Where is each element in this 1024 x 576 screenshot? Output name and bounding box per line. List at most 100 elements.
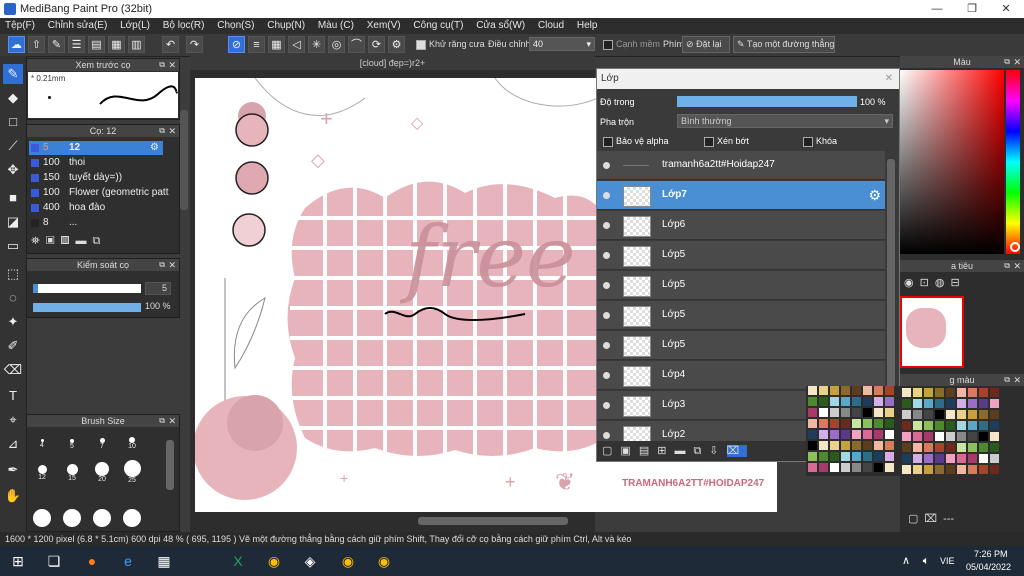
- pin-icon[interactable]: ⧉: [1004, 56, 1010, 68]
- page-icon[interactable]: ▤: [88, 36, 105, 53]
- lock-checkbox[interactable]: Khóa: [803, 136, 837, 147]
- color-swatch[interactable]: [990, 421, 999, 430]
- blend-dropdown[interactable]: Bình thường ▾: [677, 114, 893, 128]
- brush-size-option[interactable]: 5: [59, 431, 85, 455]
- chrome-icon[interactable]: ◉: [264, 551, 284, 571]
- vanishing-snap-icon[interactable]: ◁: [288, 36, 305, 53]
- color-swatch[interactable]: [913, 454, 922, 463]
- color-swatch[interactable]: [935, 443, 944, 452]
- color-swatch[interactable]: [924, 432, 933, 441]
- excel-icon[interactable]: X: [228, 551, 248, 571]
- color-swatch[interactable]: [863, 386, 872, 395]
- color-swatch[interactable]: [902, 421, 911, 430]
- zoom-out-icon[interactable]: ◉: [904, 277, 920, 289]
- menu-filter[interactable]: Bộ lọc(R): [158, 18, 210, 34]
- color-swatch[interactable]: [885, 419, 894, 428]
- grid-icon[interactable]: ▦: [108, 36, 125, 53]
- pin-icon[interactable]: ⧉: [1004, 260, 1010, 272]
- fit-icon[interactable]: ⊡: [920, 277, 935, 289]
- document-tab[interactable]: [cloud] đẹp=)r2+: [190, 56, 595, 70]
- color-swatch[interactable]: [863, 419, 872, 428]
- lasso-tool-icon[interactable]: ◌: [3, 288, 23, 308]
- color-swatch[interactable]: [830, 441, 839, 450]
- eye-icon[interactable]: [603, 192, 610, 199]
- color-swatch[interactable]: [924, 465, 933, 474]
- color-swatch[interactable]: [957, 443, 966, 452]
- color-swatch[interactable]: [885, 408, 894, 417]
- straight-line-button[interactable]: ✎ Tạo một đường thẳng: [733, 36, 835, 53]
- eye-icon[interactable]: [603, 342, 610, 349]
- color-swatch[interactable]: [902, 465, 911, 474]
- color-swatch[interactable]: [885, 386, 894, 395]
- color-swatch[interactable]: [808, 408, 817, 417]
- color-swatch[interactable]: [990, 388, 999, 397]
- color-swatch[interactable]: [968, 454, 977, 463]
- menu-capture[interactable]: Chụp(N): [262, 18, 310, 34]
- color-swatch[interactable]: [808, 386, 817, 395]
- color-swatch[interactable]: [913, 399, 922, 408]
- minimize-button[interactable]: —: [920, 0, 954, 18]
- eye-icon[interactable]: [603, 432, 610, 439]
- line-tool-icon[interactable]: ⟋: [3, 136, 23, 156]
- add-color-icon[interactable]: ▢: [908, 513, 924, 525]
- color-swatch[interactable]: [935, 410, 944, 419]
- menu-view[interactable]: Xem(V): [362, 18, 406, 34]
- eye-icon[interactable]: [603, 312, 610, 319]
- menu-edit[interactable]: Chỉnh sửa(E): [43, 18, 113, 34]
- color-swatch[interactable]: [841, 452, 850, 461]
- color-swatch[interactable]: [946, 454, 955, 463]
- color-swatch[interactable]: [913, 432, 922, 441]
- opacity-slider[interactable]: [33, 303, 141, 312]
- radial-snap-icon[interactable]: ✳: [308, 36, 325, 53]
- add-brush-icon[interactable]: ⛯: [31, 235, 46, 247]
- brush-size-option[interactable]: [89, 509, 115, 533]
- menu-tools[interactable]: Công cụ(T): [408, 18, 468, 34]
- hand-tool-icon[interactable]: ✋: [3, 486, 23, 506]
- color-swatch[interactable]: [957, 465, 966, 474]
- color-swatch[interactable]: [819, 441, 828, 450]
- brush-size-scrollbar[interactable]: [166, 440, 174, 490]
- adjust-dropdown[interactable]: 40 ▾: [529, 37, 595, 51]
- dropper-tool-icon[interactable]: ⊿: [3, 434, 23, 454]
- color-swatch[interactable]: [830, 386, 839, 395]
- color-swatch[interactable]: [852, 452, 861, 461]
- bucket-tool-icon[interactable]: ◪: [3, 212, 23, 232]
- color-swatch[interactable]: [990, 454, 999, 463]
- color-swatch[interactable]: [968, 432, 977, 441]
- pin-icon[interactable]: ⧉: [159, 59, 165, 71]
- color-swatch[interactable]: [830, 452, 839, 461]
- color-swatch[interactable]: [852, 386, 861, 395]
- protect-alpha-checkbox[interactable]: Bảo vệ alpha: [603, 136, 669, 147]
- merge-layer-icon[interactable]: ⇩: [709, 445, 726, 457]
- duplicate-layer-icon[interactable]: ⧉: [693, 445, 709, 457]
- color-swatch[interactable]: [874, 386, 883, 395]
- color-swatch[interactable]: [874, 408, 883, 417]
- soft-edge-checkbox[interactable]: Cạnh mềm: [603, 39, 660, 50]
- brush-size-option[interactable]: 4: [29, 431, 55, 455]
- color-swatch[interactable]: [874, 441, 883, 450]
- menu-select[interactable]: Chọn(S): [212, 18, 259, 34]
- layer-scrollbar[interactable]: [887, 159, 895, 399]
- color-swatch[interactable]: [913, 465, 922, 474]
- color-swatch[interactable]: [957, 388, 966, 397]
- color-swatch[interactable]: [957, 410, 966, 419]
- color-swatch[interactable]: [902, 410, 911, 419]
- color-swatch[interactable]: [874, 397, 883, 406]
- color-swatch[interactable]: [885, 452, 894, 461]
- color-swatch[interactable]: [990, 410, 999, 419]
- color-swatch[interactable]: [852, 408, 861, 417]
- redo-icon[interactable]: ↷: [186, 36, 203, 53]
- color-swatch[interactable]: [874, 419, 883, 428]
- color-swatch[interactable]: [968, 388, 977, 397]
- color-swatch[interactable]: [990, 399, 999, 408]
- color-swatch[interactable]: [841, 419, 850, 428]
- color-swatch[interactable]: [819, 397, 828, 406]
- brush-copy-icon[interactable]: ▤: [61, 235, 76, 247]
- color-swatch[interactable]: [819, 419, 828, 428]
- color-swatch[interactable]: [979, 421, 988, 430]
- color-swatch[interactable]: [863, 397, 872, 406]
- eye-icon[interactable]: [603, 372, 610, 379]
- text-tool-icon[interactable]: T: [3, 386, 23, 406]
- brush-item[interactable]: 150 tuyết dày=)): [29, 171, 163, 185]
- select-eraser-tool-icon[interactable]: ⌫: [3, 360, 23, 380]
